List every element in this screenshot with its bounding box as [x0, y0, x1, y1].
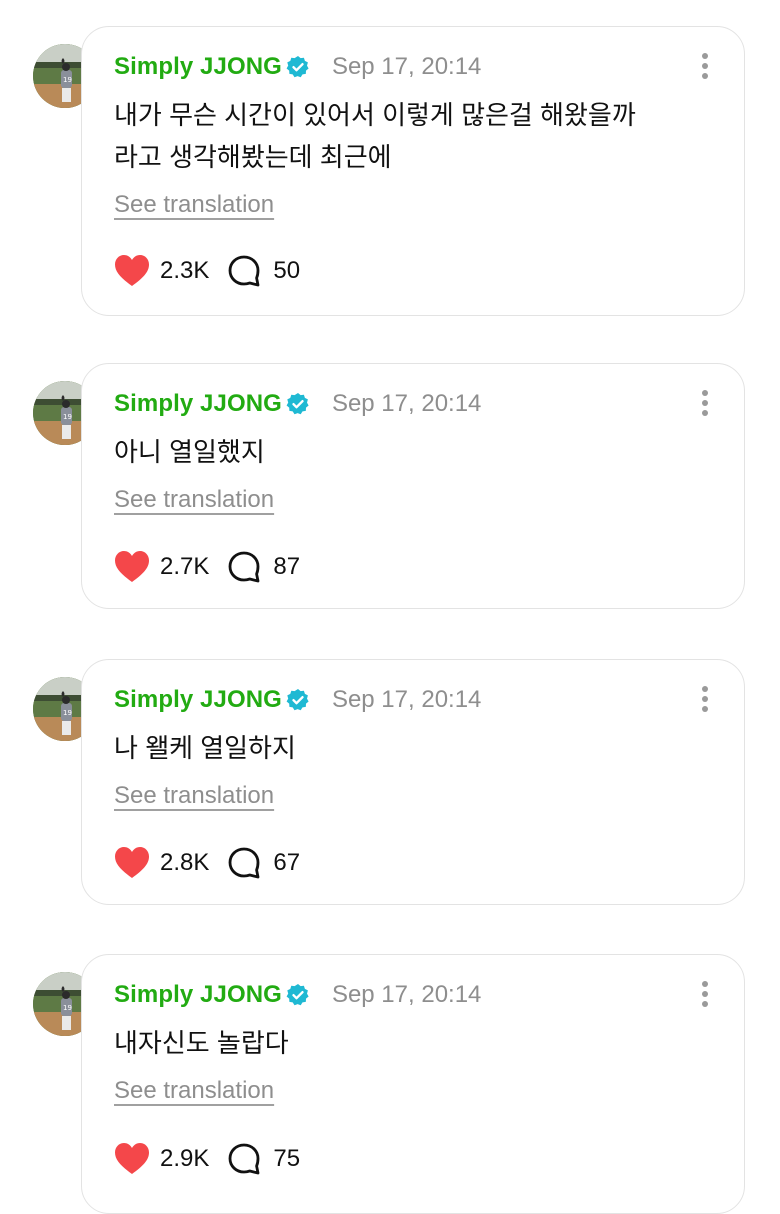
- post-text-line: 라고 생각해봤는데 최근에: [114, 142, 392, 172]
- more-vertical-icon: [702, 53, 708, 59]
- like-button[interactable]: 2.9K: [114, 1142, 209, 1176]
- comment-button[interactable]: 75: [209, 1142, 300, 1176]
- verified-badge-icon: [286, 392, 310, 416]
- post-2: 19 Simply JJONG Sep 17, 20:14 아니 열일했지 Se…: [0, 363, 780, 609]
- like-count: 2.7K: [160, 553, 210, 580]
- heart-icon: [114, 254, 150, 288]
- post-text: 내자신도 놀랍다: [114, 1022, 714, 1064]
- verified-badge-icon: [286, 688, 310, 712]
- like-count: 2.8K: [160, 849, 210, 876]
- author-name[interactable]: Simply JJONG: [114, 686, 282, 714]
- more-options-button[interactable]: [700, 981, 710, 1011]
- svg-text:19: 19: [63, 76, 72, 84]
- comment-count: 87: [273, 553, 301, 580]
- post-text: 아니 열일했지: [114, 431, 714, 473]
- post-card: Simply JJONG Sep 17, 20:14 내가 무슨 시간이 있어서…: [81, 26, 745, 316]
- speech-bubble-icon: [227, 846, 263, 880]
- author-name[interactable]: Simply JJONG: [114, 53, 282, 81]
- post-text-line: 아니 열일했지: [114, 437, 265, 467]
- more-vertical-icon: [702, 981, 708, 987]
- more-options-button[interactable]: [700, 53, 710, 83]
- comment-count: 67: [273, 849, 301, 876]
- heart-icon: [114, 550, 150, 584]
- like-button[interactable]: 2.7K: [114, 550, 209, 584]
- speech-bubble-icon: [227, 1142, 263, 1176]
- like-count: 2.9K: [160, 1145, 210, 1172]
- post-actions: 2.7K 87: [114, 547, 300, 587]
- post-header: Simply JJONG Sep 17, 20:14: [114, 684, 481, 716]
- post-1: 19 Simply JJONG Sep 17, 20:14 내가 무슨 시간이 …: [0, 26, 780, 316]
- like-button[interactable]: 2.3K: [114, 254, 209, 288]
- post-header: Simply JJONG Sep 17, 20:14: [114, 979, 481, 1011]
- heart-icon: [114, 846, 150, 880]
- post-header: Simply JJONG Sep 17, 20:14: [114, 51, 481, 83]
- post-text-line: 내가 무슨 시간이 있어서 이렇게 많은걸 해왔을까: [114, 100, 636, 130]
- see-translation-link[interactable]: See translation: [114, 191, 274, 219]
- like-button[interactable]: 2.8K: [114, 846, 209, 880]
- post-timestamp: Sep 17, 20:14: [331, 390, 482, 417]
- post-card: Simply JJONG Sep 17, 20:14 내자신도 놀랍다 See …: [81, 954, 745, 1214]
- comment-button[interactable]: 87: [209, 550, 300, 584]
- post-text-line: 나 왤케 열일하지: [114, 733, 296, 763]
- post-3: 19 Simply JJONG Sep 17, 20:14 나 왤케 열일하지 …: [0, 659, 780, 905]
- svg-text:19: 19: [63, 413, 72, 421]
- comment-count: 50: [273, 257, 301, 284]
- comment-button[interactable]: 50: [209, 254, 300, 288]
- post-text-line: 내자신도 놀랍다: [114, 1028, 289, 1058]
- verified-badge-icon: [286, 983, 310, 1007]
- comment-count: 75: [273, 1145, 301, 1172]
- post-timestamp: Sep 17, 20:14: [331, 981, 482, 1008]
- post-actions: 2.8K 67: [114, 843, 300, 883]
- svg-text:19: 19: [63, 1004, 72, 1012]
- author-name[interactable]: Simply JJONG: [114, 981, 282, 1009]
- post-actions: 2.9K 75: [114, 1139, 300, 1179]
- post-timestamp: Sep 17, 20:14: [331, 53, 482, 80]
- post-card: Simply JJONG Sep 17, 20:14 아니 열일했지 See t…: [81, 363, 745, 609]
- svg-text:19: 19: [63, 709, 72, 717]
- post-header: Simply JJONG Sep 17, 20:14: [114, 388, 481, 420]
- post-text: 나 왤케 열일하지: [114, 727, 714, 769]
- post-card: Simply JJONG Sep 17, 20:14 나 왤케 열일하지 See…: [81, 659, 745, 905]
- see-translation-link[interactable]: See translation: [114, 782, 274, 810]
- see-translation-link[interactable]: See translation: [114, 486, 274, 514]
- more-vertical-icon: [702, 686, 708, 692]
- speech-bubble-icon: [227, 550, 263, 584]
- see-translation-link[interactable]: See translation: [114, 1077, 274, 1105]
- post-text: 내가 무슨 시간이 있어서 이렇게 많은걸 해왔을까 라고 생각해봤는데 최근에: [114, 94, 714, 178]
- speech-bubble-icon: [227, 254, 263, 288]
- post-4: 19 Simply JJONG Sep 17, 20:14 내자신도 놀랍다 S…: [0, 954, 780, 1214]
- more-options-button[interactable]: [700, 686, 710, 716]
- heart-icon: [114, 1142, 150, 1176]
- author-name[interactable]: Simply JJONG: [114, 390, 282, 418]
- post-timestamp: Sep 17, 20:14: [331, 686, 482, 713]
- verified-badge-icon: [286, 55, 310, 79]
- more-options-button[interactable]: [700, 390, 710, 420]
- comment-button[interactable]: 67: [209, 846, 300, 880]
- post-actions: 2.3K 50: [114, 251, 300, 291]
- like-count: 2.3K: [160, 257, 210, 284]
- more-vertical-icon: [702, 390, 708, 396]
